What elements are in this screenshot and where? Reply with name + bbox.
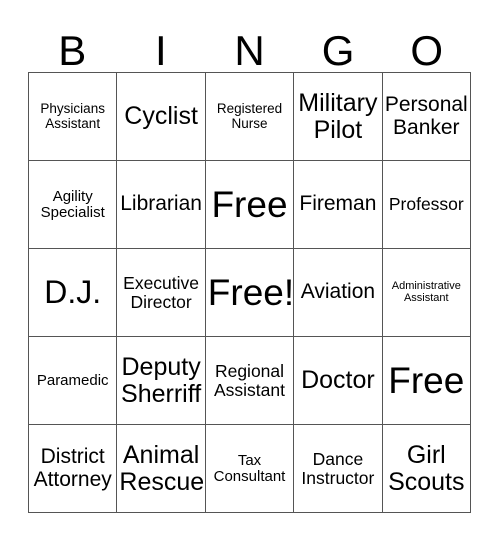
bingo-cell-label: Cyclist: [124, 102, 198, 131]
bingo-cell-label: Dance Instructor: [301, 448, 375, 488]
bingo-cell-label: Fireman: [299, 192, 377, 216]
bingo-cell[interactable]: Girl Scouts: [382, 425, 471, 513]
bingo-cell-label: Girl Scouts: [388, 441, 465, 496]
bingo-cell[interactable]: Aviation: [294, 249, 383, 337]
bingo-cell[interactable]: Animal Rescue: [117, 425, 206, 513]
bingo-cell[interactable]: District Attorney: [29, 425, 118, 513]
bingo-cell-label: Animal Rescue: [119, 441, 205, 496]
bingo-cell-label: Free: [211, 183, 288, 225]
bingo-cell[interactable]: Free: [205, 161, 295, 249]
bingo-header-row: B I N G O: [28, 18, 471, 72]
bingo-cell-label: Paramedic: [36, 371, 109, 389]
bingo-cell-label: Personal Banker: [384, 93, 468, 139]
bingo-card: B I N G O Physicians Assistant Cyclist Reg…: [0, 0, 500, 544]
bingo-cell-label: Military Pilot: [298, 89, 378, 144]
bingo-cell-label: Executive Director: [123, 272, 200, 312]
bingo-cell[interactable]: Free!: [205, 249, 295, 337]
bingo-cell[interactable]: Personal Banker: [382, 73, 471, 161]
bingo-cell[interactable]: Administrative Assistant: [382, 249, 471, 337]
bingo-cell[interactable]: Executive Director: [117, 249, 206, 337]
bingo-header-letter-n: N: [234, 27, 265, 74]
bingo-cell-label: Administrative Assistant: [391, 279, 461, 304]
bingo-header-letter-g: G: [321, 27, 355, 74]
bingo-cell-label: District Attorney: [33, 445, 112, 491]
bingo-cell[interactable]: Paramedic: [29, 337, 118, 425]
bingo-cell[interactable]: Professor: [382, 161, 471, 249]
bingo-cell[interactable]: Cyclist: [117, 73, 206, 161]
bingo-header-letter-i: I: [155, 27, 167, 74]
bingo-cell-label: Agility Specialist: [40, 187, 105, 221]
bingo-cell[interactable]: Tax Consultant: [205, 425, 295, 513]
bingo-cell[interactable]: Registered Nurse: [205, 73, 295, 161]
bingo-cell-label: Free!: [207, 271, 295, 313]
bingo-cell-label: Aviation: [300, 280, 376, 304]
bingo-header-letter-b: B: [58, 27, 87, 74]
bingo-cell-label: D.J.: [44, 273, 102, 310]
bingo-cell-label: Physicians Assistant: [40, 101, 105, 131]
bingo-cell[interactable]: Dance Instructor: [294, 425, 383, 513]
bingo-grid: Physicians Assistant Cyclist Registered Nu…: [28, 72, 471, 513]
bingo-cell[interactable]: Librarian: [117, 161, 206, 249]
bingo-cell[interactable]: Doctor: [294, 337, 383, 425]
bingo-cell-label: Regional Assistant: [213, 360, 285, 400]
bingo-cell-label: Librarian: [120, 192, 202, 216]
bingo-cell-label: Deputy Sherriff: [121, 353, 202, 408]
bingo-cell-label: Registered Nurse: [216, 101, 283, 131]
bingo-cell-label: Professor: [388, 194, 464, 215]
bingo-cell-label: Tax Consultant: [213, 451, 286, 485]
bingo-header-letter-o: O: [410, 27, 443, 74]
bingo-cell[interactable]: Agility Specialist: [29, 161, 118, 249]
bingo-cell[interactable]: D.J.: [29, 249, 118, 337]
bingo-cell[interactable]: Fireman: [294, 161, 383, 249]
bingo-cell[interactable]: Military Pilot: [294, 73, 383, 161]
bingo-cell[interactable]: Deputy Sherriff: [117, 337, 206, 425]
bingo-cell-label: Doctor: [301, 366, 375, 395]
bingo-cell[interactable]: Physicians Assistant: [29, 73, 118, 161]
bingo-cell[interactable]: Free: [382, 337, 471, 425]
bingo-cell[interactable]: Regional Assistant: [205, 337, 295, 425]
bingo-cell-label: Free: [388, 359, 465, 401]
